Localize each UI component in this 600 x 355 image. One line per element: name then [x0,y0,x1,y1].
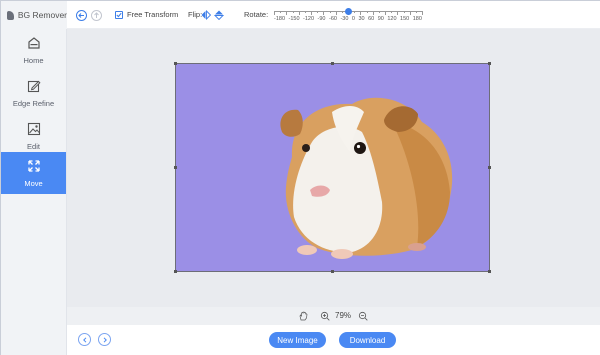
rotate-tick-label: 180 [412,16,422,22]
bottom-bar: New Image Download [67,325,600,355]
rotate-tick [391,11,393,13]
rotate-tick-label: -120 [303,16,315,22]
rotate-tick-label: -90 [317,16,326,22]
rotate-tick-label: 30 [358,16,365,22]
zoom-in-icon[interactable] [320,311,330,321]
undo-button[interactable] [76,10,87,21]
rotate-tick-label: 120 [387,16,397,22]
resize-handle[interactable] [331,62,334,65]
sidebar-item-edit[interactable]: Edit [1,115,66,157]
rotate-tick [415,11,417,13]
zoom-out-icon[interactable] [358,311,368,321]
resize-handle[interactable] [174,166,177,169]
resize-handle[interactable] [488,166,491,169]
undo-arrow-icon [78,13,84,18]
app-window: BG Remover Home Edge Refine Edit Move Fr… [0,0,600,355]
zoom-level: 79% [335,311,352,320]
status-bar: 79% [67,307,600,325]
title-bar: BG Remover [1,1,67,29]
rotate-tick-label: 150 [400,16,410,22]
rotate-tick [311,11,312,15]
redo-button[interactable] [91,10,102,21]
sidebar-item-label: Edit [27,141,40,151]
cloud-logo-icon [7,10,14,20]
rotate-tick [385,11,386,15]
rotate-tick [372,11,374,15]
rotate-tick [317,11,319,13]
rotate-tick [335,11,337,15]
rotate-slider[interactable]: -180 -150 -120 -90 -60 -30 0 30 60 90 120 150 180 [274,8,423,24]
next-button[interactable] [98,333,111,346]
rotate-tick-label: 0 [351,16,355,22]
image-edit-icon [27,122,40,135]
sidebar-item-label: Move [24,178,43,188]
rotate-tick [341,11,343,13]
hand-pan-icon[interactable] [298,311,308,321]
rotate-tick [378,11,380,13]
rotate-handle[interactable] [345,8,352,15]
rotate-tick [409,11,411,15]
flip-horizontal-icon[interactable] [201,10,211,20]
rotate-tick [292,11,294,13]
resize-handle[interactable] [174,270,177,273]
rotate-tick-label: -150 [288,16,300,22]
sidebar: Home Edge Refine Edit Move [1,29,67,355]
resize-handle[interactable] [331,270,334,273]
sidebar-item-edge-refine[interactable]: Edge Refine [1,72,66,114]
image-canvas[interactable] [174,62,491,273]
rotate-tick-label: 90 [377,16,384,22]
rotate-tick-label: 60 [368,16,375,22]
home-icon [27,36,40,49]
rotate-tick [323,11,325,15]
sidebar-item-label: Edge Refine [12,98,55,108]
flip-vertical-icon[interactable] [214,10,224,20]
rotate-tick [422,11,423,15]
rotate-tick [403,11,405,13]
free-transform-checkbox[interactable] [115,11,123,19]
rotate-tick-label: -60 [329,16,337,22]
resize-handle[interactable] [174,62,177,65]
resize-handle[interactable] [488,270,491,273]
rotate-tick-label: -180 [274,16,286,22]
new-image-button[interactable]: New Image [269,332,326,348]
rotate-tick [329,11,331,13]
download-button[interactable]: Download [339,332,396,348]
workspace [67,29,600,307]
rotate-tick-label: -30 [340,16,349,22]
chevron-right-icon [103,336,107,343]
toolbar: Free Transform Flip: Rotate: -180 -150 -12… [67,1,600,29]
move-arrows-icon [27,159,40,172]
rotate-tick [397,11,399,15]
rotate-tick [354,11,356,13]
rotate-tick [274,11,275,15]
rotate-tick [360,11,362,15]
rotate-tick [304,11,306,13]
rotate-tick [280,11,282,13]
chevron-left-icon [82,336,86,343]
previous-button[interactable] [78,333,91,346]
sidebar-item-label: Home [23,55,44,65]
guinea-pig-image [280,97,453,259]
sidebar-item-move[interactable]: Move [1,152,66,194]
resize-handle[interactable] [488,62,491,65]
sidebar-item-home[interactable]: Home [1,29,66,71]
rotate-tick [286,11,288,15]
redo-arrow-icon [94,12,99,18]
pen-edit-icon [27,80,41,92]
rotate-tick-labels: -180 -150 -120 -90 -60 -30 0 30 60 90 120 150 180 [274,16,422,22]
app-title: BG Remover [17,10,67,20]
rotate-tick [366,11,368,13]
rotate-label: Rotate: [244,10,269,19]
rotate-tick [298,11,300,15]
checkmark-icon [116,12,122,18]
free-transform-label: Free Transform [127,10,179,19]
